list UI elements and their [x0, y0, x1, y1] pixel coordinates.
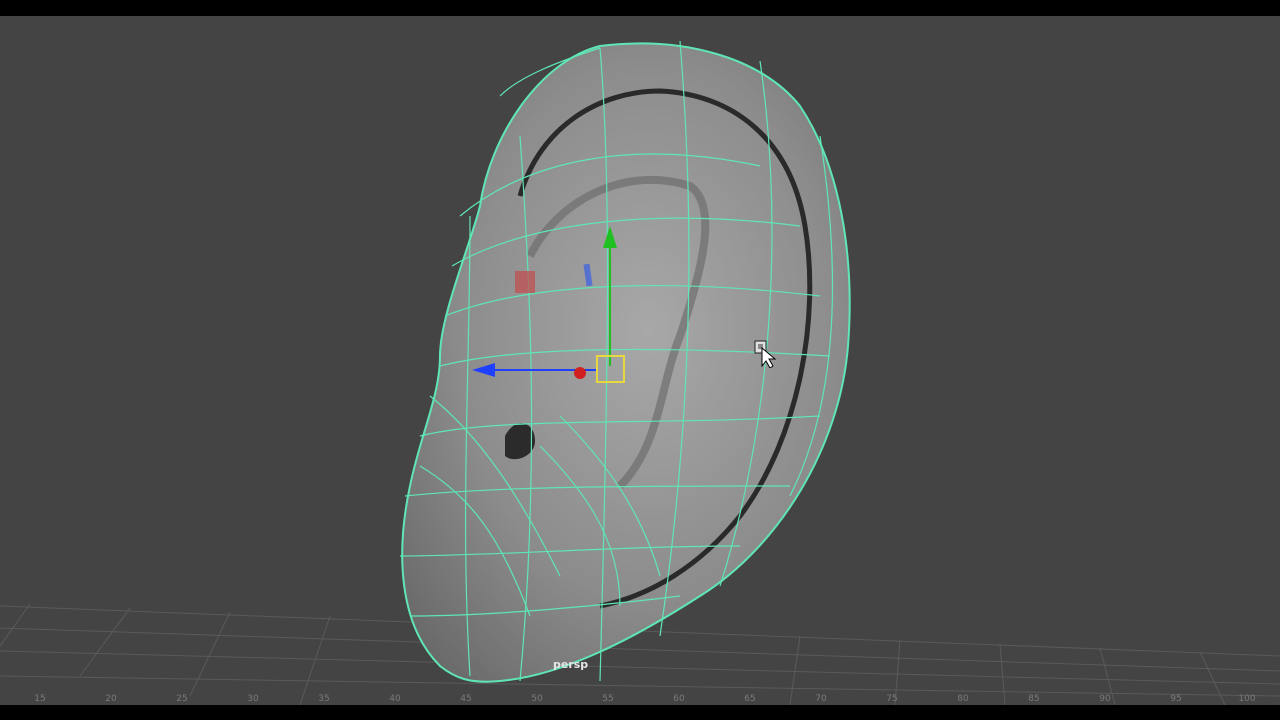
timeline-tick: 35	[318, 694, 330, 704]
timeline-tick: 60	[673, 694, 685, 704]
timeline-tick: 40	[389, 694, 401, 704]
letterbox-top	[0, 0, 1280, 16]
timeline-tick: 75	[886, 694, 898, 704]
timeline-tick: 45	[460, 694, 472, 704]
timeline-tick: 15	[34, 694, 46, 704]
perspective-viewport[interactable]: persp 15 20 25 30 35 40 45 50 55 60 65 70 75 80 85 90 95…	[0, 16, 1280, 705]
timeline-tick: 85	[1028, 694, 1040, 704]
timeline-ruler[interactable]: 15 20 25 30 35 40 45 50 55 60 65 70 75 80 85 90 95 100	[0, 694, 1280, 705]
timeline-tick: 100	[1238, 694, 1256, 704]
timeline-tick: 50	[531, 694, 543, 704]
timeline-tick: 30	[247, 694, 259, 704]
letterbox-bottom	[0, 705, 1280, 720]
ear-outer-shape[interactable]	[401, 42, 851, 683]
timeline-tick: 90	[1099, 694, 1111, 704]
timeline-tick: 20	[105, 694, 117, 704]
timeline-tick: 25	[176, 694, 188, 704]
camera-label: persp	[553, 658, 589, 671]
timeline-tick: 95	[1170, 694, 1182, 704]
x-axis-handle[interactable]	[574, 367, 586, 379]
timeline-tick: 80	[957, 694, 969, 704]
viewport-canvas[interactable]	[0, 16, 1280, 705]
timeline-tick: 55	[602, 694, 614, 704]
xy-plane-handle[interactable]	[515, 271, 535, 293]
timeline-tick: 70	[815, 694, 827, 704]
timeline-tick: 65	[744, 694, 756, 704]
